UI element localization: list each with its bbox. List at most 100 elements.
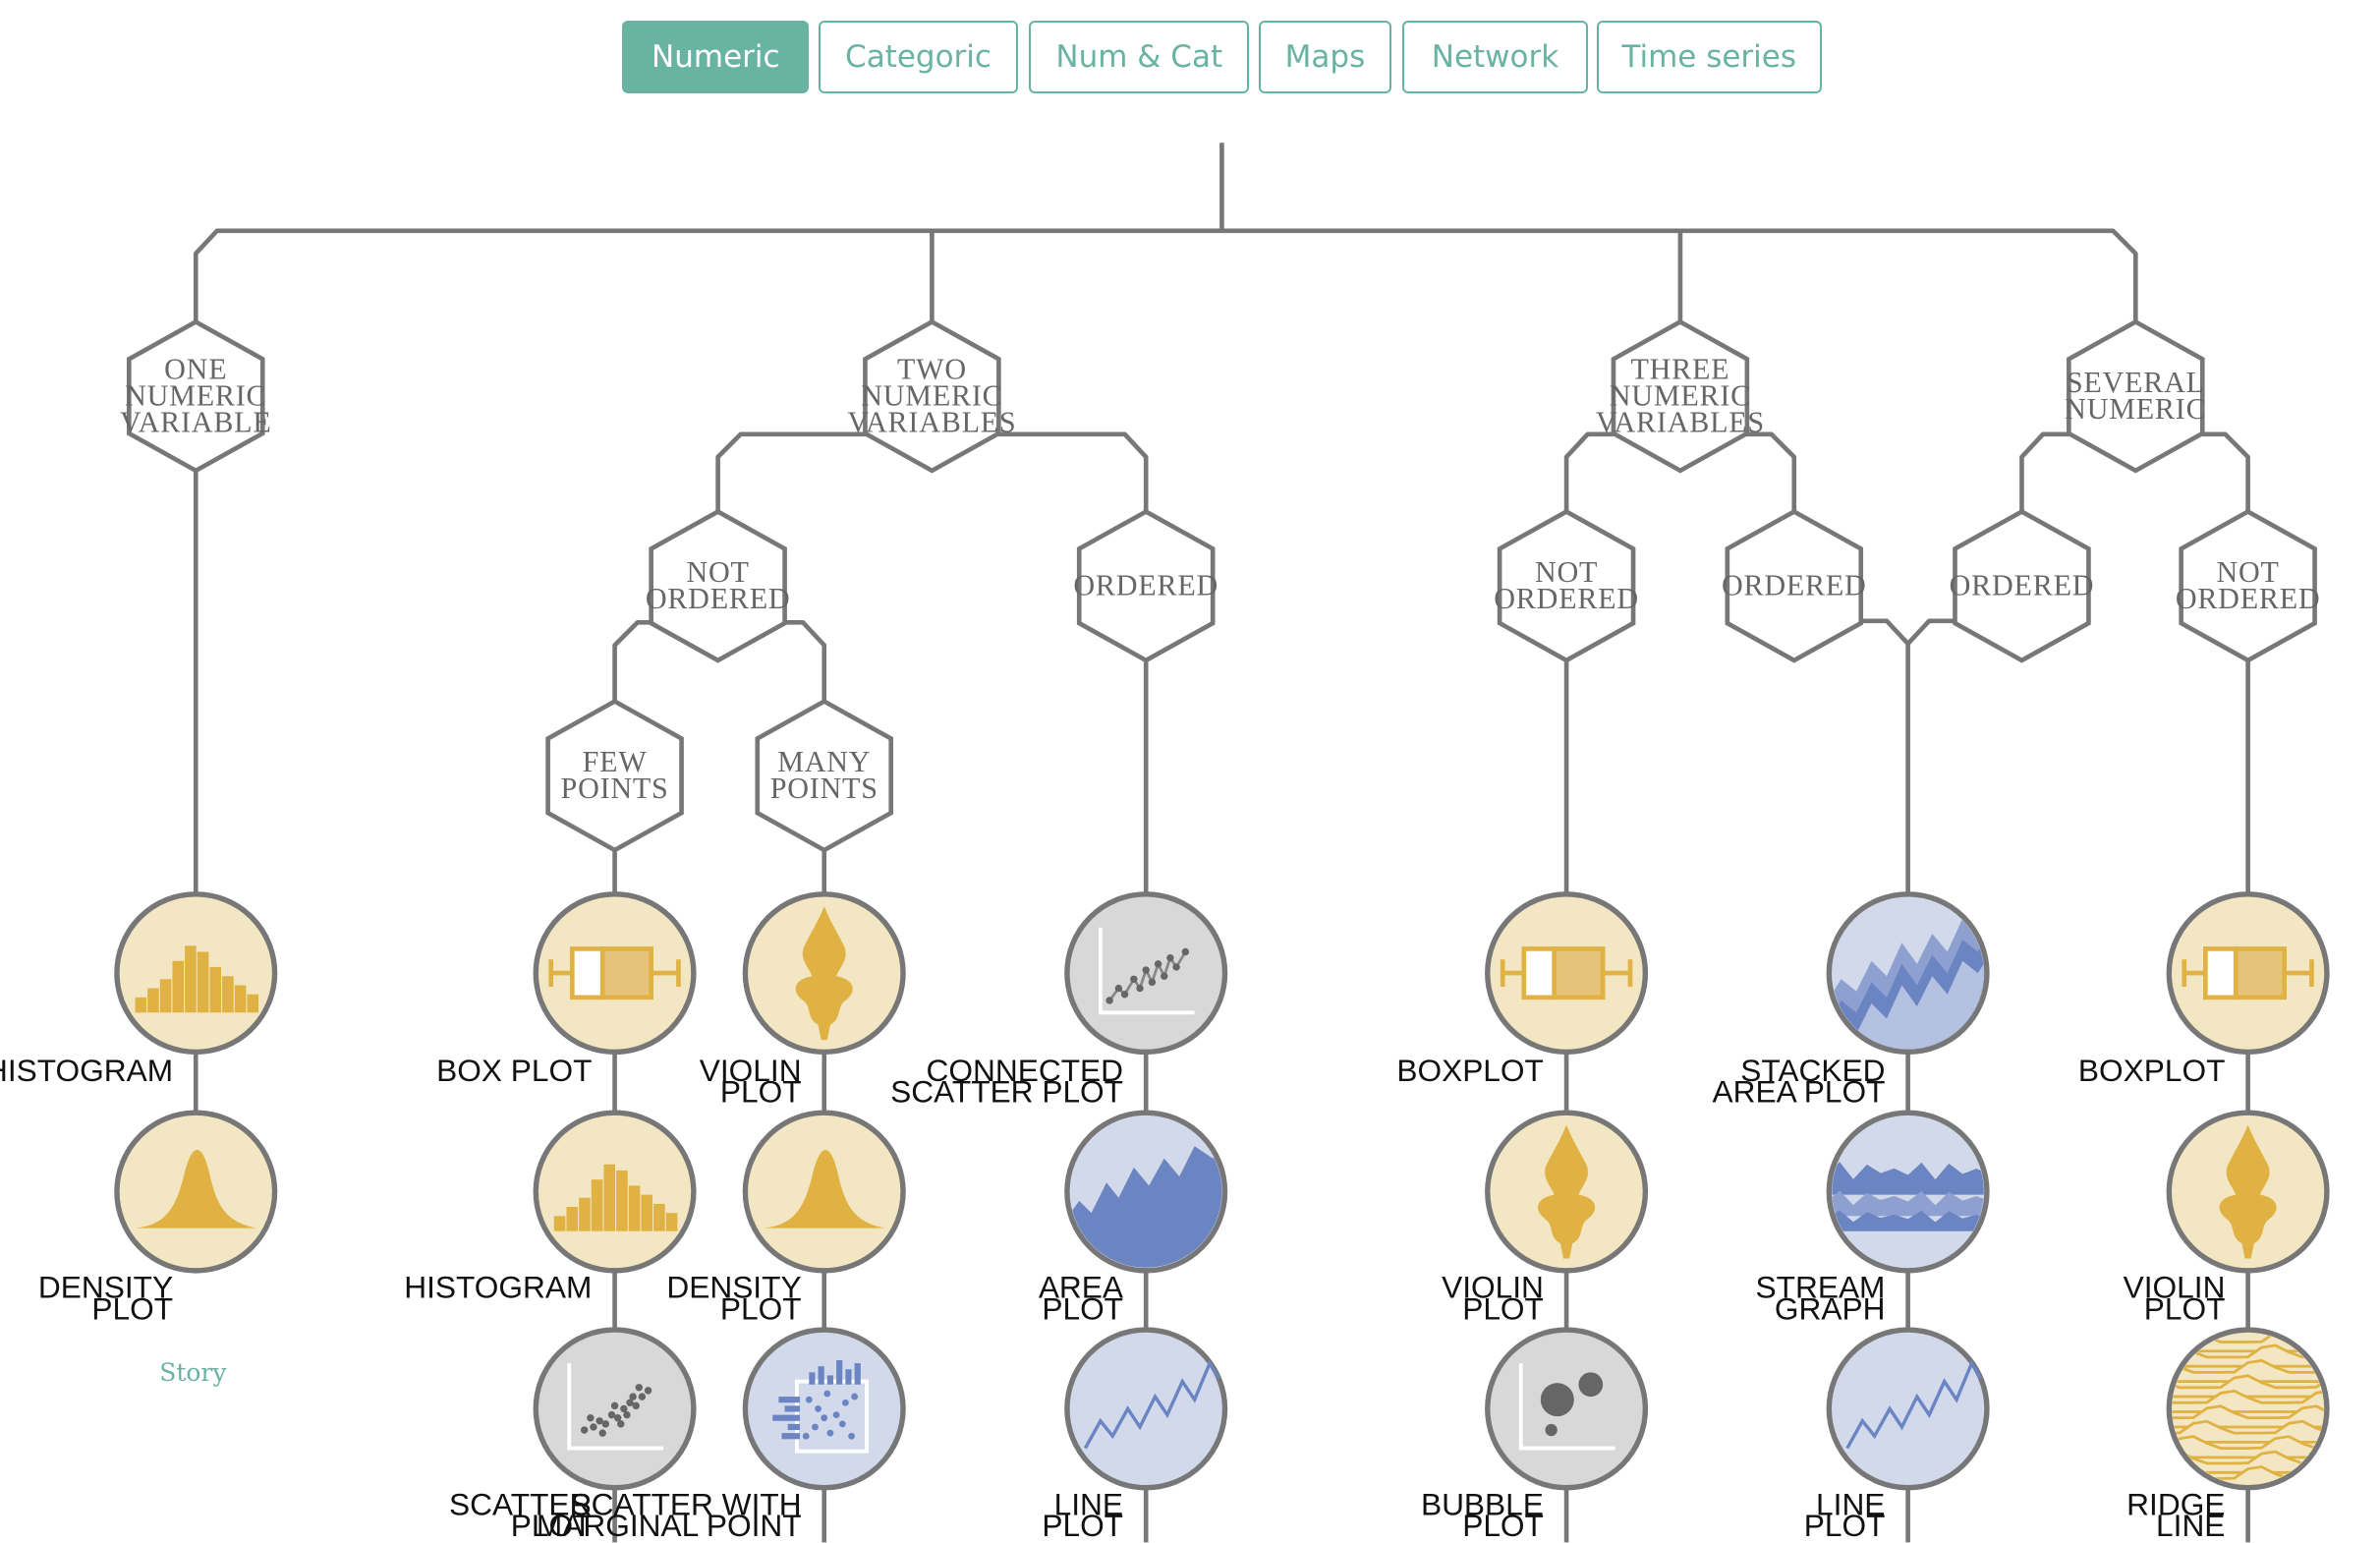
ridge-line-icon (2172, 1464, 2324, 1485)
leaf-node-histogram: HISTOGRAM (0, 891, 278, 1088)
scatter-dot-icon (812, 1423, 819, 1431)
histogram-bar-icon (234, 985, 247, 1013)
leaf-label: PLOT (1042, 1290, 1123, 1326)
leaf-label: BOXPLOT (2078, 1053, 2226, 1088)
scatter-dot-icon (1154, 960, 1162, 968)
histogram-bar-icon (222, 976, 234, 1013)
scatter-dot-icon (805, 1396, 813, 1403)
histogram-bar-icon (159, 979, 172, 1013)
leaf-label: SCATTER PLOT (890, 1073, 1123, 1109)
leaf-label: LINE (2156, 1508, 2225, 1543)
leaf-node-ridge: RIDGELINE (2126, 1327, 2330, 1543)
scatter-dot-icon (1120, 991, 1129, 999)
marginal-bar-icon (778, 1397, 801, 1403)
hexagon-label: VARIABLE (120, 405, 272, 438)
leaf-label: HISTOGRAM (404, 1270, 592, 1305)
scatter-dot-icon (848, 1432, 855, 1440)
scatter-dot-icon (1166, 953, 1174, 962)
leaf-node-violin: VIOLINPLOT (700, 891, 906, 1109)
hexagon-label: ORDERED (1073, 569, 1218, 602)
hexagon-not-ordered: NOTORDERED (646, 508, 791, 663)
scatter-dot-icon (826, 1429, 834, 1437)
story-link[interactable]: Story (159, 1358, 226, 1387)
scatter-dot-icon (638, 1393, 647, 1400)
histogram-bar-icon (616, 1170, 628, 1231)
box-icon (599, 946, 653, 1000)
leaf-circle (1826, 1327, 1990, 1491)
box-icon (570, 946, 605, 1000)
leaf-node-boxplot: BOXPLOT (2078, 891, 2330, 1088)
hexagon-ordered: ORDERED (1722, 508, 1866, 663)
scatter-dot-icon (802, 1432, 810, 1440)
leaf-node-connected: CONNECTEDSCATTER PLOT (890, 891, 1228, 1109)
leaf-node-area: AREAPLOT (1039, 1110, 1228, 1326)
scatter-dot-icon (1142, 966, 1150, 974)
box-icon (2233, 946, 2288, 1000)
marginal-bar-icon (809, 1372, 816, 1385)
hexagon-label: VARIABLES (1596, 405, 1765, 438)
connector-line (193, 228, 2138, 322)
leaf-node-lineplot: LINEPLOT (1042, 1327, 1228, 1543)
histogram-bar-icon (209, 966, 222, 1013)
scatter-dot-icon (1181, 947, 1190, 956)
marginal-bar-icon (836, 1360, 843, 1385)
scatter-dot-icon (815, 1405, 822, 1412)
box-icon (1552, 946, 1606, 1000)
hexagon-label: ORDERED (1494, 582, 1639, 615)
marginal-bar-icon (854, 1363, 861, 1385)
leaf-node-lineplot: LINEPLOT (1804, 1327, 1990, 1543)
leaf-label: HISTOGRAM (0, 1053, 173, 1088)
leaf-node-bubble: BUBBLEPLOT (1421, 1327, 1649, 1543)
leaf-label: MARGINAL POINT (537, 1508, 802, 1543)
scatter-dot-icon (598, 1429, 606, 1437)
hexagon-not-ordered: NOTORDERED (2176, 508, 2320, 663)
hexagon-several-numeric: SEVERALNUMERIC (2065, 318, 2206, 474)
hexagon-label: ORDERED (646, 582, 791, 615)
leaf-label: BOX PLOT (436, 1053, 592, 1088)
leaf-node-boxplot: BOXPLOT (1396, 891, 1649, 1088)
scatter-dot-icon (601, 1420, 610, 1428)
leaf-label: PLOT (1462, 1290, 1544, 1326)
hexagon-label: VARIABLES (847, 405, 1016, 438)
scatter-dot-icon (821, 1414, 828, 1422)
leaf-node-stream: STREAMGRAPH (1756, 1110, 1990, 1326)
histogram-bar-icon (628, 1185, 641, 1231)
bubble-icon (1545, 1423, 1558, 1437)
hexagon-not-ordered: NOTORDERED (1494, 508, 1639, 663)
leaf-label: BOXPLOT (1396, 1053, 1544, 1088)
decision-tree: ONENUMERICVARIABLE TWONUMERICVARIABLES THR… (0, 143, 2330, 1543)
histogram-bar-icon (185, 945, 197, 1013)
leaf-label: PLOT (1804, 1508, 1886, 1543)
hexagon-three-numeric-variables: THREENUMERICVARIABLES (1596, 318, 1765, 474)
marginal-bar-icon (784, 1405, 801, 1412)
marginal-bar-icon (845, 1369, 852, 1385)
marginal-bar-icon (787, 1423, 801, 1431)
scatter-dot-icon (623, 1410, 631, 1419)
scatter-dot-icon (841, 1399, 849, 1406)
histogram-bar-icon (135, 997, 147, 1013)
leaf-label: PLOT (720, 1290, 802, 1326)
hexagon-label: POINTS (561, 772, 669, 805)
histogram-bar-icon (665, 1213, 678, 1231)
leaf-label: PLOT (720, 1073, 802, 1109)
scatter-dot-icon (610, 1401, 619, 1410)
marginal-bar-icon (781, 1433, 801, 1440)
scatter-dot-icon (617, 1420, 625, 1428)
leaf-circle (1064, 1327, 1228, 1491)
hexagon-two-numeric-variables: TWONUMERICVARIABLES (847, 318, 1016, 474)
bubble-icon (1540, 1383, 1574, 1417)
marginal-bar-icon (826, 1375, 834, 1385)
leaf-label: GRAPH (1775, 1290, 1886, 1326)
scatter-dot-icon (1105, 997, 1113, 1004)
scatter-dot-icon (1148, 978, 1157, 987)
hexagon-label: POINTS (770, 772, 878, 805)
leaf-node-violin: VIOLINPLOT (2124, 1110, 2330, 1326)
scatter-dot-icon (1161, 972, 1168, 980)
histogram-bar-icon (147, 988, 159, 1013)
histogram-bar-icon (603, 1164, 616, 1231)
hexagon-ordered: ORDERED (1950, 508, 2093, 663)
hexagon-many-points: MANYPOINTS (755, 698, 894, 853)
leaf-circle (742, 1327, 906, 1491)
leaf-label: PLOT (1462, 1508, 1544, 1543)
hexagon-label: NUMERIC (2065, 392, 2206, 426)
